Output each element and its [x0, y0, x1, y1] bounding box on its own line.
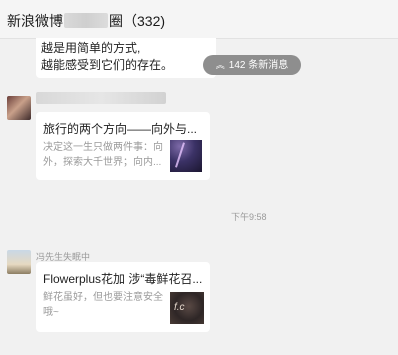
card-description-line: 鲜花虽好，但也要注意安全 — [43, 292, 163, 303]
card-description: 决定这一生只做两件事：向 外，探索大千世界；向内... — [43, 140, 163, 170]
card-description-line: 决定这一生只做两件事：向 — [43, 142, 163, 153]
card-title: Flowerplus花加 涉“毒鲜花召... — [43, 272, 203, 286]
previous-message-bubble[interactable]: 越是用简单的方式, 越能感受到它们的存在。 — [36, 38, 216, 78]
new-messages-button[interactable]: ︽ 142 条新消息 — [203, 55, 301, 75]
avatar[interactable] — [7, 96, 31, 120]
chat-title-suffix: 圈（332) — [109, 13, 166, 29]
card-thumbnail: f.c — [170, 292, 204, 324]
card-title: 旅行的两个方向——向外与... — [43, 122, 198, 136]
link-card[interactable]: 旅行的两个方向——向外与... 决定这一生只做两件事：向 外，探索大千世界；向内… — [36, 112, 210, 180]
link-card[interactable]: Flowerplus花加 涉“毒鲜花召... 鲜花虽好，但也要注意安全 哦~ f… — [36, 262, 210, 332]
chat-header: 新浪微博 圈（332) — [0, 0, 398, 39]
message-line: 越能感受到它们的存在。 — [41, 58, 174, 72]
new-messages-label: 142 条新消息 — [228, 60, 289, 71]
card-description-line: 外，探索大千世界；向内... — [43, 157, 162, 168]
double-chevron-up-icon: ︽ — [215, 60, 225, 70]
message-line: 越是用简单的方式, — [41, 41, 141, 55]
card-description-line: 哦~ — [43, 307, 59, 318]
card-description: 鲜花虽好，但也要注意安全 哦~ — [43, 290, 163, 320]
timestamp: 下午9:58 — [231, 212, 267, 222]
chat-title-prefix: 新浪微博 — [7, 13, 63, 29]
avatar[interactable] — [7, 250, 31, 274]
chat-title[interactable]: 新浪微博 圈（332) — [7, 11, 165, 31]
card-thumbnail — [170, 140, 202, 172]
redacted-text — [64, 13, 108, 28]
redacted-sender-name — [36, 92, 166, 104]
